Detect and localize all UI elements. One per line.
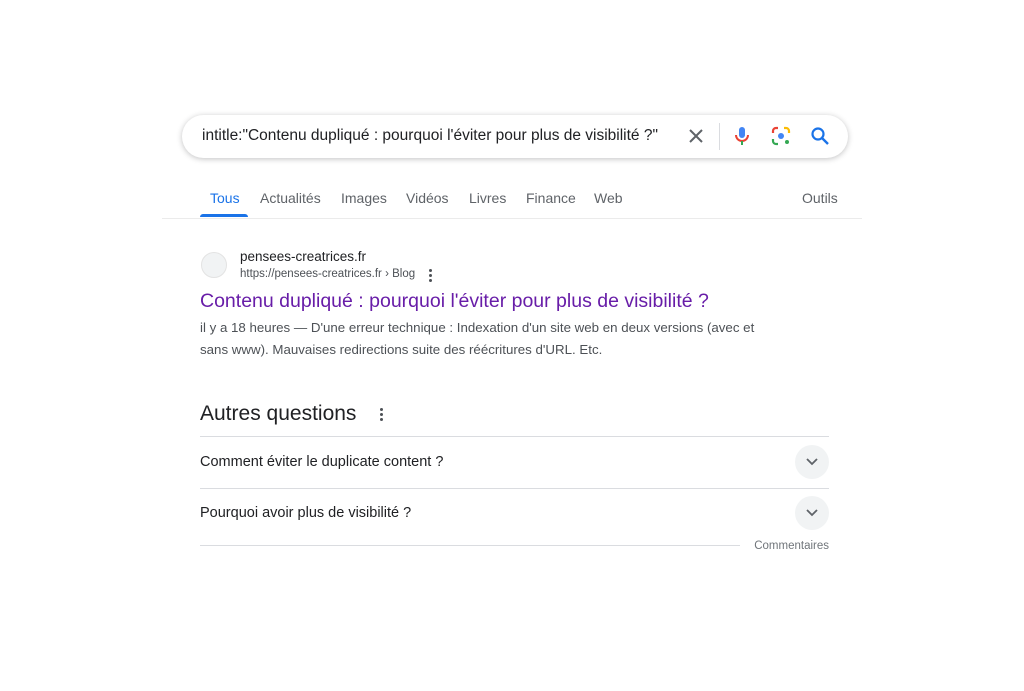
tabs-divider bbox=[162, 218, 862, 219]
tab-web[interactable]: Web bbox=[594, 190, 623, 206]
tab-actualites[interactable]: Actualités bbox=[260, 190, 321, 206]
chevron-down-icon[interactable] bbox=[795, 445, 829, 479]
feedback-link[interactable]: Commentaires bbox=[754, 540, 829, 552]
tab-tous[interactable]: Tous bbox=[210, 190, 240, 206]
paa-more-icon[interactable] bbox=[379, 408, 383, 421]
divider bbox=[719, 123, 720, 150]
question-text: Comment éviter le duplicate content ? bbox=[200, 454, 444, 470]
active-tab-indicator bbox=[200, 214, 248, 217]
google-lens-icon[interactable] bbox=[770, 125, 792, 147]
result-url[interactable]: https://pensees-creatrices.fr › Blog bbox=[240, 268, 415, 280]
more-options-icon[interactable] bbox=[428, 269, 432, 282]
clear-icon[interactable] bbox=[685, 125, 707, 147]
paa-title: Autres questions bbox=[200, 402, 357, 425]
result-snippet: sans www). Mauvaises redirections suite … bbox=[200, 342, 603, 357]
chevron-down-icon[interactable] bbox=[795, 496, 829, 530]
divider bbox=[200, 545, 740, 546]
result-site-name[interactable]: pensees-creatrices.fr bbox=[240, 249, 366, 264]
search-input[interactable]: intitle:"Contenu dupliqué : pourquoi l'é… bbox=[202, 127, 658, 145]
divider bbox=[200, 488, 829, 489]
site-favicon bbox=[201, 252, 227, 278]
tab-livres[interactable]: Livres bbox=[469, 190, 506, 206]
question-text: Pourquoi avoir plus de visibilité ? bbox=[200, 505, 412, 521]
tab-finance[interactable]: Finance bbox=[526, 190, 576, 206]
tab-videos[interactable]: Vidéos bbox=[406, 190, 449, 206]
search-box[interactable]: intitle:"Contenu dupliqué : pourquoi l'é… bbox=[182, 115, 848, 158]
result-snippet: il y a 18 heures — D'une erreur techniqu… bbox=[200, 320, 755, 335]
paa-question[interactable]: Pourquoi avoir plus de visibilité ? bbox=[200, 496, 829, 532]
divider bbox=[200, 436, 829, 437]
paa-question[interactable]: Comment éviter le duplicate content ? bbox=[200, 445, 829, 481]
tab-images[interactable]: Images bbox=[341, 190, 387, 206]
result-title-link[interactable]: Contenu dupliqué : pourquoi l'éviter pou… bbox=[200, 290, 709, 313]
search-icon[interactable] bbox=[809, 125, 831, 147]
microphone-icon[interactable] bbox=[731, 125, 753, 147]
tools-button[interactable]: Outils bbox=[802, 190, 838, 206]
